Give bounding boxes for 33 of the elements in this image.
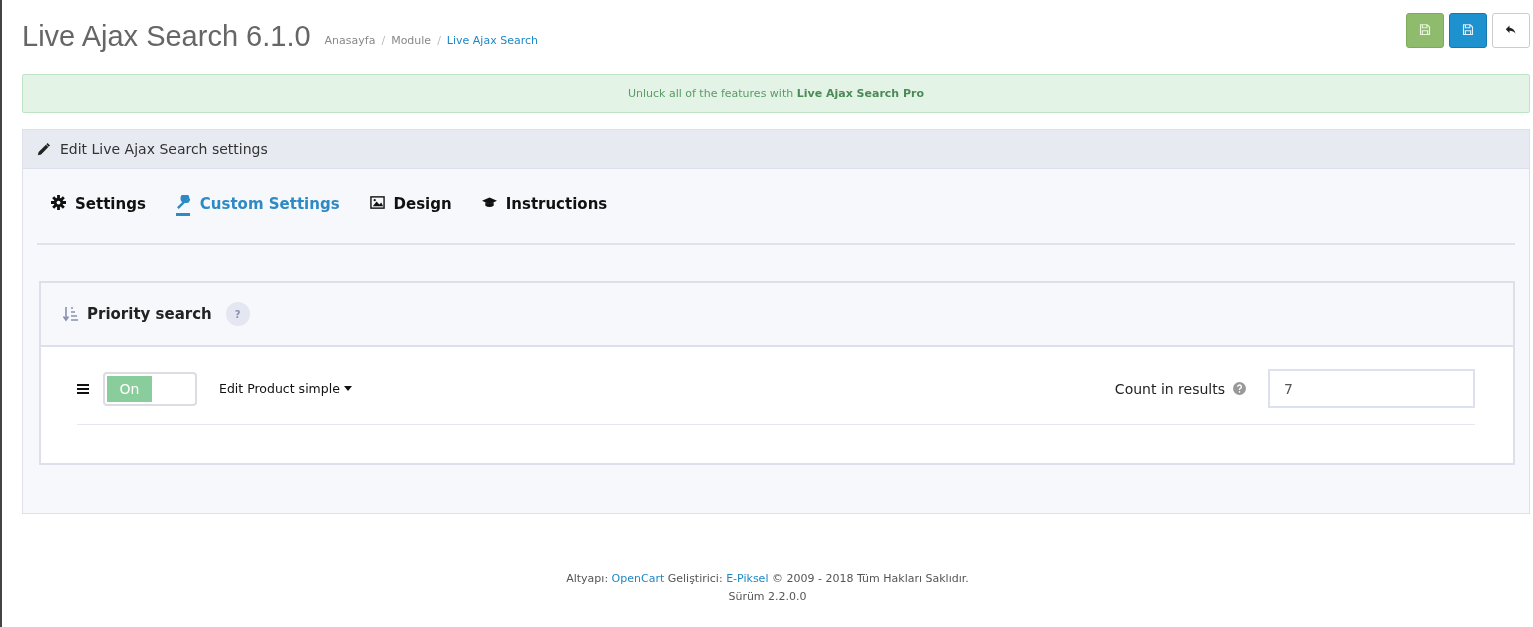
breadcrumb-separator: / <box>381 33 386 47</box>
footer-link[interactable]: OpenCart <box>611 572 665 585</box>
tab[interactable]: Custom Settings <box>175 195 340 243</box>
back-button[interactable] <box>1492 12 1530 48</box>
page-title: Live Ajax Search 6.1.0 <box>22 19 311 53</box>
save-button[interactable] <box>1406 12 1444 48</box>
version-text: Sürüm 2.2.0.0 <box>727 589 808 605</box>
help-icon[interactable] <box>1233 382 1246 395</box>
help-badge[interactable]: ? <box>225 302 250 326</box>
graduation-cap-icon <box>481 195 497 210</box>
gear-icon <box>51 195 66 210</box>
breadcrumb-link[interactable]: Anasayfa <box>324 33 376 47</box>
save-button[interactable] <box>1449 12 1487 48</box>
section-title: Priority search <box>87 305 212 323</box>
tab[interactable]: Settings <box>51 195 146 243</box>
sort-icon <box>63 306 79 322</box>
caret-icon <box>343 386 352 391</box>
tab[interactable]: Design <box>369 195 452 243</box>
image-icon <box>369 195 385 210</box>
back-arrow-icon <box>1505 24 1517 36</box>
field-label: Count in results <box>1114 380 1225 397</box>
count-input[interactable]: 7 <box>1268 369 1475 408</box>
footer-text: Altyapı: OpenCart Geliştirici: E-Piksel © 2009 - 2018 Tüm Hakları Saklıdır. <box>565 571 970 587</box>
breadcrumb-link[interactable]: Module <box>391 33 432 47</box>
dropdown-button[interactable]: Edit Product simple <box>219 381 352 396</box>
tab[interactable]: Instructions <box>481 195 608 243</box>
drag-handle-icon[interactable] <box>77 383 89 394</box>
footer-link[interactable]: E-Piksel <box>726 572 769 585</box>
breadcrumb-separator: / <box>437 33 441 47</box>
promo-alert: Unluck all of the features with Live Ajax Search Pro <box>22 74 1530 113</box>
breadcrumb-link[interactable]: Live Ajax Search <box>446 33 538 47</box>
panel-title: Edit Live Ajax Search settings <box>60 141 268 157</box>
pencil-icon <box>37 142 50 156</box>
